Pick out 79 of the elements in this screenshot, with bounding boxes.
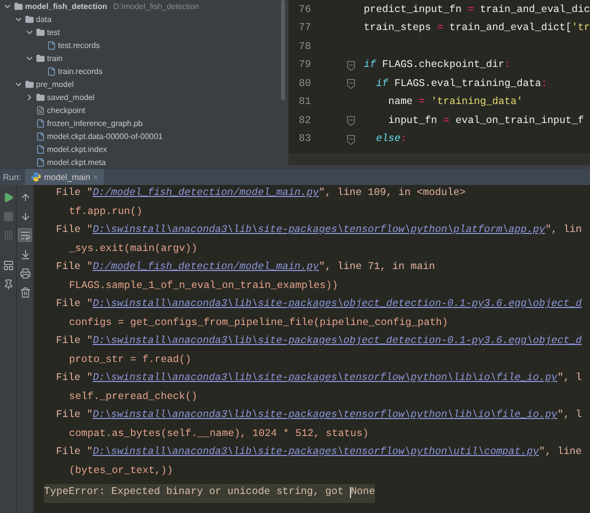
tree-item[interactable]: model.ckpt.index <box>47 145 108 154</box>
error-message: TypeError: Expected binary or unicode string, got None <box>44 484 376 502</box>
fold-icon[interactable] <box>346 60 355 71</box>
traceback-line: File "D:\swinstall\anaconda3\lib\site-packages\tensorflow\python\util\compat.py", line <box>55 446 583 460</box>
folder-icon <box>36 28 45 37</box>
tree-item[interactable]: test <box>47 28 60 37</box>
trash-icon[interactable] <box>18 285 32 299</box>
traceback-line: File "D:/model_fish_detection/model_main.py", line 109, in <module> <box>55 186 467 201</box>
traceback-line: File "D:\swinstall\anaconda3\lib\site-packages\tensorflow\python\lib\io\file_io.py", l <box>55 408 583 423</box>
code-line: _sys.exit(main(argv)) <box>68 242 198 256</box>
file-link[interactable]: D:\swinstall\anaconda3\lib\site-packages\tensorflow\python\lib\io\file_io.py <box>92 373 558 384</box>
folder-icon <box>36 93 45 102</box>
tree-item[interactable]: saved_model <box>47 93 95 102</box>
traceback-line: File "D:\swinstall\anaconda3\lib\site-packages\tensorflow\python\platform\app.py", lin <box>55 224 583 238</box>
file-icon <box>47 41 56 50</box>
tree-item[interactable]: frozen_inference_graph.pb <box>47 119 143 128</box>
traceback-line: File "D:/model_fish_detection/model_main.py", line 71, in main <box>55 260 436 275</box>
code-line: configs = get_configs_from_pipeline_file(pipeline_config_path) <box>68 316 450 330</box>
file-link[interactable]: D:/model_fish_detection/model_main.py <box>92 188 319 199</box>
python-icon <box>30 172 41 182</box>
tree-item[interactable]: model_fish_detection <box>25 2 108 11</box>
file-icon <box>36 158 45 167</box>
code-line: proto_str = f.read() <box>68 354 192 368</box>
line-number: 76 <box>298 4 312 16</box>
folder-icon <box>14 2 23 11</box>
file-icon <box>36 132 45 141</box>
code-line: (bytes_or_text,)) <box>68 464 174 478</box>
scrollbar[interactable] <box>280 0 285 100</box>
tree-item[interactable]: train <box>47 54 63 63</box>
line-number: 78 <box>298 42 312 53</box>
fold-icon[interactable] <box>346 134 355 145</box>
line-number: 83 <box>298 134 312 146</box>
code-line: compat.as_bytes(self.__name), 1024 * 512, status) <box>68 428 370 442</box>
traceback-line: File "D:\swinstall\anaconda3\lib\site-packages\tensorflow\python\lib\io\file_io.py", l <box>55 372 583 386</box>
code-line: predict_input_fn = train_and_eval_dic <box>364 4 590 16</box>
file-link[interactable]: D:\swinstall\anaconda3\lib\site-packages\object_detection-0.1-py3.6.egg\object_d <box>92 299 582 310</box>
file-link[interactable]: D:/model_fish_detection/model_main.py <box>92 262 319 273</box>
run-label: Run: <box>2 171 22 184</box>
line-number: 81 <box>298 97 312 108</box>
file-icon <box>36 119 45 128</box>
print-icon[interactable] <box>18 266 32 280</box>
code-line: else: <box>374 134 407 146</box>
code-line: self._preread_check() <box>68 390 198 404</box>
tree-item[interactable]: train.records <box>58 67 102 76</box>
tree-item[interactable]: model.ckpt.meta <box>47 158 106 167</box>
tree-item[interactable]: pre_model <box>36 80 74 89</box>
folder-icon <box>25 15 34 24</box>
file-link[interactable]: D:\swinstall\anaconda3\lib\site-packages\tensorflow\python\util\compat.py <box>92 447 539 458</box>
line-number: 77 <box>298 23 312 34</box>
code-line: train_steps = train_and_eval_dict['tr <box>364 23 590 34</box>
file-link[interactable]: D:\swinstall\anaconda3\lib\site-packages\object_detection-0.1-py3.6.egg\object_d <box>92 336 582 347</box>
tree-item[interactable]: checkpoint <box>47 106 86 115</box>
soft-wrap-icon[interactable] <box>18 228 32 242</box>
file-icon <box>47 67 56 76</box>
folder-icon <box>36 54 45 63</box>
code-line: input_fn = eval_on_train_input_f <box>387 116 584 127</box>
folder-icon <box>25 80 34 89</box>
traceback-line: File "D:\swinstall\anaconda3\lib\site-packages\object_detection-0.1-py3.6.egg\object_d <box>55 298 583 312</box>
code-line: if FLAGS.checkpoint_dir: <box>364 60 511 72</box>
line-number: 79 <box>298 60 312 72</box>
tree-item[interactable]: model.ckpt.data-00000-of-00001 <box>47 132 163 141</box>
code-line: tf.app.run() <box>68 206 144 220</box>
code-line: FLAGS.sample_1_of_n_eval_on_train_examples)) <box>68 280 339 294</box>
line-number: 80 <box>298 78 312 90</box>
fold-icon[interactable] <box>346 116 355 126</box>
fold-icon[interactable] <box>346 79 355 90</box>
text-file-icon <box>36 106 45 115</box>
file-link[interactable]: D:\swinstall\anaconda3\lib\site-packages\tensorflow\python\lib\io\file_io.py <box>92 410 558 421</box>
tree-item[interactable]: data <box>36 15 52 24</box>
run-tab[interactable]: model_main × <box>24 169 104 185</box>
traceback-line: File "D:\swinstall\anaconda3\lib\site-packages\object_detection-0.1-py3.6.egg\object_d <box>55 334 583 349</box>
file-icon <box>36 145 45 154</box>
code-line: name = 'training_data' <box>387 97 523 108</box>
tree-item[interactable]: test.records <box>58 41 100 50</box>
layout-icon[interactable] <box>1 258 15 272</box>
code-line: if FLAGS.eval_training_data: <box>374 78 548 90</box>
file-link[interactable]: D:\swinstall\anaconda3\lib\site-packages\tensorflow\python\platform\app.py <box>92 225 546 236</box>
line-number: 82 <box>298 116 312 127</box>
project-path: D:\model_fish_detection <box>113 2 200 11</box>
